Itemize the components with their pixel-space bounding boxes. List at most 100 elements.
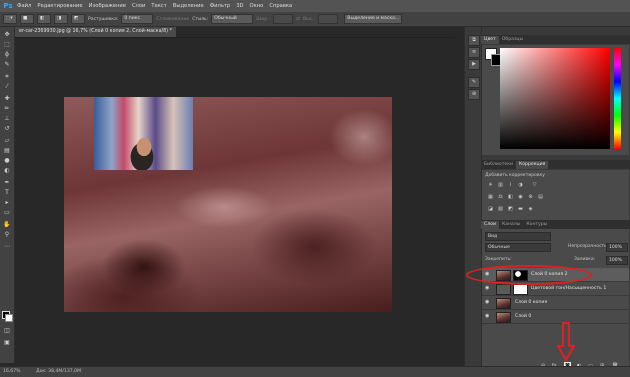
stamp-tool-icon[interactable]: ⊥	[3, 115, 11, 123]
gradient-map-icon[interactable]: ▬	[518, 207, 523, 212]
layer-name: Слой 0 копия	[515, 300, 548, 305]
hand-tool-icon[interactable]: ✋	[3, 221, 11, 229]
tab-adjustments[interactable]: Коррекция	[515, 161, 549, 169]
selection-subtract-icon[interactable]: ◨	[54, 14, 68, 24]
brush-settings-icon[interactable]: ✎	[468, 77, 480, 88]
shape-tool-icon[interactable]: ▭	[3, 209, 11, 217]
tool-preset-icon[interactable]: ⬚▾	[3, 14, 17, 24]
width-input[interactable]	[273, 14, 294, 24]
pen-tool-icon[interactable]: ✒	[3, 179, 11, 187]
layer-row[interactable]: ◉ Слой 0	[482, 310, 629, 324]
hue-saturation-icon[interactable]: ▦	[488, 195, 493, 200]
layer-thumbnail	[496, 312, 511, 323]
curves-icon[interactable]: ⌇	[508, 183, 513, 188]
quick-mask-icon[interactable]: ◫	[3, 327, 11, 335]
tab-libraries[interactable]: Библиотеки	[481, 161, 516, 169]
selective-color-icon[interactable]: ◈	[528, 207, 533, 212]
history-brush-tool-icon[interactable]: ↺	[3, 125, 11, 133]
menu-edit[interactable]: Редактирование	[34, 3, 85, 9]
threshold-icon[interactable]: ◩	[508, 207, 513, 212]
height-input[interactable]	[318, 14, 339, 24]
tab-layers[interactable]: Слои	[481, 221, 499, 229]
fill-input[interactable]: 100%	[606, 256, 628, 265]
menu-help[interactable]: Справка	[266, 3, 295, 9]
color-balance-icon[interactable]: ⚖	[498, 195, 503, 200]
levels-icon[interactable]: ▥	[498, 183, 503, 188]
document-tab[interactable]: er-car-2369930.jpg @ 16,7% (Слой 0 копия…	[15, 27, 176, 37]
menu-layers[interactable]: Слои	[129, 3, 148, 9]
background-color-swatch[interactable]	[5, 314, 13, 322]
dodge-tool-icon[interactable]: ◐	[3, 167, 11, 175]
brightness-contrast-icon[interactable]: ☀	[488, 183, 493, 188]
zoom-level[interactable]: 16,67%	[3, 369, 21, 374]
antialias-checkbox[interactable]: Сглаживание	[156, 17, 189, 22]
photo-filter-icon[interactable]: ◉	[518, 195, 523, 200]
selection-add-icon[interactable]: ◧	[37, 14, 51, 24]
selection-intersect-icon[interactable]: ◩	[71, 14, 85, 24]
width-label: Шир.:	[256, 16, 271, 22]
menu-3d[interactable]: 3D	[233, 3, 246, 9]
menu-file[interactable]: Файл	[14, 3, 34, 9]
properties-icon[interactable]: ≡	[468, 47, 480, 58]
adjustments-panel: Добавить корректировку ☀ ▥ ⌇ ◑ ▽ ▦ ⚖ ◧ ◉…	[482, 170, 629, 220]
panel-icon-column: ⧉ ≡ ▶ ✎ ⊕	[464, 27, 481, 366]
layer-thumbnail	[496, 298, 511, 309]
eyedropper-tool-icon[interactable]: ⁄	[3, 83, 11, 91]
menu-select[interactable]: Выделение	[170, 3, 207, 9]
zoom-tool-icon[interactable]: ⚲	[3, 231, 11, 239]
color-lookup-icon[interactable]: ▤	[538, 195, 543, 200]
feather-input[interactable]: 0 пикс.	[121, 14, 154, 24]
visibility-eye-icon[interactable]: ◉	[485, 299, 491, 305]
invert-icon[interactable]: ◪	[488, 207, 493, 212]
menu-image[interactable]: Изображение	[86, 3, 129, 9]
brush-tool-icon[interactable]: ✏	[3, 105, 11, 113]
layer-mask-thumbnail[interactable]	[513, 284, 528, 295]
blur-tool-icon[interactable]: ●	[3, 157, 11, 165]
blend-mode-select[interactable]: Обычные	[485, 243, 551, 252]
menu-text[interactable]: Текст	[148, 3, 169, 9]
opacity-label: Непрозрачность:	[568, 244, 609, 249]
more-tools-icon[interactable]: ⋯	[3, 243, 11, 251]
color-picker-field[interactable]	[500, 48, 610, 149]
menu-filter[interactable]: Фильтр	[207, 3, 234, 9]
layer-row[interactable]: ◉ Слой 0 копия	[482, 296, 629, 310]
fill-label: Заливка:	[574, 257, 596, 262]
eraser-tool-icon[interactable]: ▱	[3, 137, 11, 145]
photoshop-logo: Ps	[3, 2, 13, 10]
layer-filter-select[interactable]: Вид	[485, 232, 551, 241]
refine-mask-button[interactable]: Выделение и маска...	[344, 14, 403, 24]
move-tool-icon[interactable]: ✥	[3, 31, 11, 39]
type-tool-icon[interactable]: T	[3, 189, 11, 197]
visibility-eye-icon[interactable]: ◉	[485, 313, 491, 319]
tab-swatches[interactable]: Образцы	[499, 36, 526, 44]
marquee-tool-icon[interactable]: ⬚	[3, 41, 11, 49]
screen-mode-icon[interactable]: ▣	[3, 339, 11, 347]
path-select-tool-icon[interactable]: ▸	[3, 199, 11, 207]
actions-icon[interactable]: ▶	[468, 59, 480, 70]
channel-mixer-icon[interactable]: ⊛	[528, 195, 533, 200]
clone-source-icon[interactable]: ⊕	[468, 89, 480, 100]
highlight-ellipse	[466, 265, 592, 285]
color-panel-tabs: Цвет Образцы	[481, 35, 630, 44]
swap-icon[interactable]: ⇄	[296, 17, 300, 22]
selection-new-icon[interactable]: ■	[20, 14, 34, 24]
black-white-icon[interactable]: ◧	[508, 195, 513, 200]
visibility-eye-icon[interactable]: ◉	[485, 285, 491, 291]
gradient-tool-icon[interactable]: ▤	[3, 147, 11, 155]
tab-channels[interactable]: Каналы	[499, 221, 523, 229]
quick-select-tool-icon[interactable]: ✎	[3, 61, 11, 69]
hue-slider[interactable]	[614, 48, 621, 149]
tab-color[interactable]: Цвет	[481, 36, 499, 44]
crop-tool-icon[interactable]: ⌗	[3, 73, 11, 81]
menu-bar: Ps Файл Редактирование Изображение Слои …	[0, 0, 630, 12]
history-icon[interactable]: ⧉	[468, 35, 480, 46]
tab-paths[interactable]: Контуры	[523, 221, 550, 229]
exposure-icon[interactable]: ◑	[518, 183, 523, 188]
opacity-input[interactable]: 100%	[606, 243, 628, 252]
style-select[interactable]: Обычный	[211, 14, 254, 24]
menu-window[interactable]: Окно	[247, 3, 267, 9]
healing-tool-icon[interactable]: ✚	[3, 95, 11, 103]
posterize-icon[interactable]: ▧	[498, 207, 503, 212]
vibrance-icon[interactable]: ▽	[532, 183, 537, 188]
lasso-tool-icon[interactable]: ϕ	[3, 51, 11, 59]
